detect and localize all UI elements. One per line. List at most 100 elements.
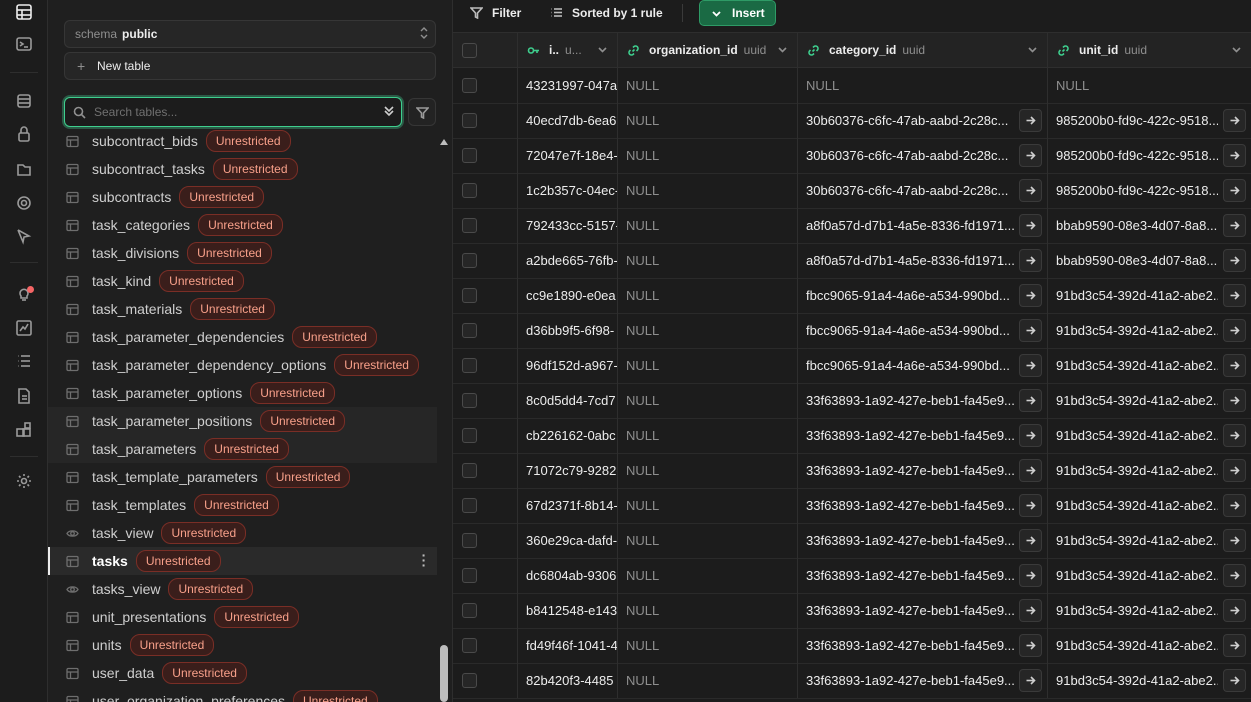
cell-category-id[interactable]: 30b60376-c6fc-47ab-aabd-2c28c... — [797, 138, 1048, 173]
row-checkbox[interactable] — [462, 673, 477, 688]
cell-unit-id[interactable]: 91bd3c54-392d-41a2-abe2... — [1047, 453, 1251, 488]
cell-unit-id[interactable]: 91bd3c54-392d-41a2-abe2... — [1047, 523, 1251, 558]
cell-unit-id[interactable]: 91bd3c54-392d-41a2-abe2... — [1047, 313, 1251, 348]
table-row[interactable]: 1c2b357c-04ec- NULL 30b60376-c6fc-47ab-aab… — [453, 173, 1251, 209]
cell-organization-id[interactable]: NULL — [617, 313, 798, 348]
cell-category-id[interactable]: 33f63893-1a92-427e-beb1-fa45e9... — [797, 453, 1048, 488]
table-row[interactable]: 82b420f3-4485 NULL 33f63893-1a92-427e-beb1… — [453, 663, 1251, 699]
integrations-icon[interactable] — [12, 418, 36, 442]
column-header[interactable]: i.. u... — [517, 33, 618, 67]
foreign-key-arrow-icon[interactable] — [1019, 214, 1042, 237]
foreign-key-arrow-icon[interactable] — [1019, 144, 1042, 167]
cell-id[interactable]: 67d2371f-8b14- — [517, 488, 618, 523]
row-checkbox[interactable] — [462, 358, 477, 373]
new-table-button[interactable]: + New table — [64, 52, 436, 80]
sidebar-table-item[interactable]: task_parameter_options Unrestricted — [48, 379, 437, 407]
logs-icon[interactable] — [12, 349, 36, 373]
foreign-key-arrow-icon[interactable] — [1019, 494, 1042, 517]
foreign-key-arrow-icon[interactable] — [1223, 459, 1246, 482]
cell-organization-id[interactable]: NULL — [617, 628, 798, 663]
foreign-key-arrow-icon[interactable] — [1223, 599, 1246, 622]
row-checkbox[interactable] — [462, 253, 477, 268]
cell-id[interactable]: cc9e1890-e0ea — [517, 278, 618, 313]
foreign-key-arrow-icon[interactable] — [1223, 144, 1246, 167]
cell-organization-id[interactable]: NULL — [617, 138, 798, 173]
cell-id[interactable]: fd49f46f-1041-4 — [517, 628, 618, 663]
api-docs-icon[interactable] — [12, 384, 36, 408]
cell-unit-id[interactable]: 91bd3c54-392d-41a2-abe2... — [1047, 383, 1251, 418]
schema-selector[interactable]: schema public — [64, 20, 436, 48]
row-checkbox[interactable] — [462, 148, 477, 163]
foreign-key-arrow-icon[interactable] — [1223, 284, 1246, 307]
cell-unit-id[interactable]: 91bd3c54-392d-41a2-abe2... — [1047, 278, 1251, 313]
cell-id[interactable]: 43231997-047a- — [517, 68, 618, 103]
row-checkbox[interactable] — [462, 78, 477, 93]
sidebar-table-item[interactable]: task_template_parameters Unrestricted — [48, 463, 437, 491]
scroll-up-arrow-icon[interactable] — [440, 139, 448, 145]
row-checkbox[interactable] — [462, 393, 477, 408]
foreign-key-arrow-icon[interactable] — [1223, 319, 1246, 342]
table-row[interactable]: fd49f46f-1041-4 NULL 33f63893-1a92-427e-be… — [453, 628, 1251, 664]
insert-button[interactable]: Insert — [699, 0, 776, 26]
cell-unit-id[interactable]: 91bd3c54-392d-41a2-abe2... — [1047, 348, 1251, 383]
cell-organization-id[interactable]: NULL — [617, 663, 798, 698]
cell-unit-id[interactable]: 91bd3c54-392d-41a2-abe2... — [1047, 663, 1251, 698]
table-row[interactable]: dc6804ab-9306 NULL 33f63893-1a92-427e-beb1… — [453, 558, 1251, 594]
sidebar-table-item[interactable]: user_organization_preferences Unrestricte… — [48, 687, 437, 702]
auth-icon[interactable] — [12, 122, 36, 146]
cell-unit-id[interactable]: 985200b0-fd9c-422c-9518... — [1047, 103, 1251, 138]
foreign-key-arrow-icon[interactable] — [1223, 424, 1246, 447]
cell-category-id[interactable]: 33f63893-1a92-427e-beb1-fa45e9... — [797, 628, 1048, 663]
row-checkbox[interactable] — [462, 288, 477, 303]
search-tables-field[interactable] — [64, 97, 402, 127]
cell-category-id[interactable]: 30b60376-c6fc-47ab-aabd-2c28c... — [797, 173, 1048, 208]
cell-id[interactable]: 40ecd7db-6ea6 — [517, 103, 618, 138]
column-header[interactable]: category_id uuid — [797, 33, 1048, 67]
cell-unit-id[interactable]: 91bd3c54-392d-41a2-abe2... — [1047, 628, 1251, 663]
table-editor-icon[interactable] — [12, 0, 36, 24]
table-row[interactable]: 360e29ca-dafd- NULL 33f63893-1a92-427e-beb… — [453, 523, 1251, 559]
cell-category-id[interactable]: 33f63893-1a92-427e-beb1-fa45e9... — [797, 523, 1048, 558]
cell-unit-id[interactable]: bbab9590-08e3-4d07-8a8... — [1047, 243, 1251, 278]
cell-id[interactable]: 71072c79-9282- — [517, 453, 618, 488]
cell-id[interactable]: 72047e7f-18e4- — [517, 138, 618, 173]
cell-category-id[interactable]: 33f63893-1a92-427e-beb1-fa45e9... — [797, 663, 1048, 698]
cell-unit-id[interactable]: 91bd3c54-392d-41a2-abe2... — [1047, 593, 1251, 628]
sidebar-table-item[interactable]: subcontract_tasks Unrestricted — [48, 155, 437, 183]
foreign-key-arrow-icon[interactable] — [1019, 284, 1042, 307]
table-row[interactable]: cc9e1890-e0ea NULL fbcc9065-91a4-4a6e-a534… — [453, 278, 1251, 314]
column-header[interactable]: unit_id uuid — [1047, 33, 1251, 67]
foreign-key-arrow-icon[interactable] — [1019, 564, 1042, 587]
table-row[interactable]: cb226162-0abc NULL 33f63893-1a92-427e-beb1… — [453, 418, 1251, 454]
table-row[interactable]: 96df152d-a967- NULL fbcc9065-91a4-4a6e-a53… — [453, 348, 1251, 384]
cell-unit-id[interactable]: 91bd3c54-392d-41a2-abe2... — [1047, 558, 1251, 593]
cell-category-id[interactable]: 33f63893-1a92-427e-beb1-fa45e9... — [797, 488, 1048, 523]
sort-button[interactable]: Sorted by 1 rule — [550, 0, 663, 25]
sidebar-table-item[interactable]: task_materials Unrestricted — [48, 295, 437, 323]
row-checkbox[interactable] — [462, 498, 477, 513]
table-row[interactable]: 8c0d5dd4-7cd7 NULL 33f63893-1a92-427e-beb1… — [453, 383, 1251, 419]
sidebar-table-item[interactable]: task_view Unrestricted — [48, 519, 437, 547]
row-checkbox[interactable] — [462, 218, 477, 233]
cell-unit-id[interactable]: bbab9590-08e3-4d07-8a8... — [1047, 208, 1251, 243]
cell-id[interactable]: 360e29ca-dafd- — [517, 523, 618, 558]
foreign-key-arrow-icon[interactable] — [1223, 529, 1246, 552]
cell-organization-id[interactable]: NULL — [617, 383, 798, 418]
cell-category-id[interactable]: a8f0a57d-d7b1-4a5e-8336-fd1971... — [797, 208, 1048, 243]
row-checkbox[interactable] — [462, 638, 477, 653]
cell-unit-id[interactable]: 91bd3c54-392d-41a2-abe2... — [1047, 418, 1251, 453]
sidebar-table-item[interactable]: units Unrestricted — [48, 631, 437, 659]
cell-id[interactable]: cb226162-0abc — [517, 418, 618, 453]
cell-organization-id[interactable]: NULL — [617, 68, 798, 103]
table-row[interactable]: 43231997-047a- NULL NULL NULL — [453, 68, 1251, 104]
cell-organization-id[interactable]: NULL — [617, 208, 798, 243]
cell-organization-id[interactable]: NULL — [617, 278, 798, 313]
table-row[interactable]: 72047e7f-18e4- NULL 30b60376-c6fc-47ab-aab… — [453, 138, 1251, 174]
sidebar-table-item[interactable]: task_parameter_dependencies Unrestricted — [48, 323, 437, 351]
storage-icon[interactable] — [12, 157, 36, 181]
cell-id[interactable]: a2bde665-76fb- — [517, 243, 618, 278]
cell-category-id[interactable]: NULL — [797, 68, 1048, 103]
cell-id[interactable]: b8412548-e143- — [517, 593, 618, 628]
cell-category-id[interactable]: fbcc9065-91a4-4a6e-a534-990bd... — [797, 313, 1048, 348]
foreign-key-arrow-icon[interactable] — [1223, 669, 1246, 692]
